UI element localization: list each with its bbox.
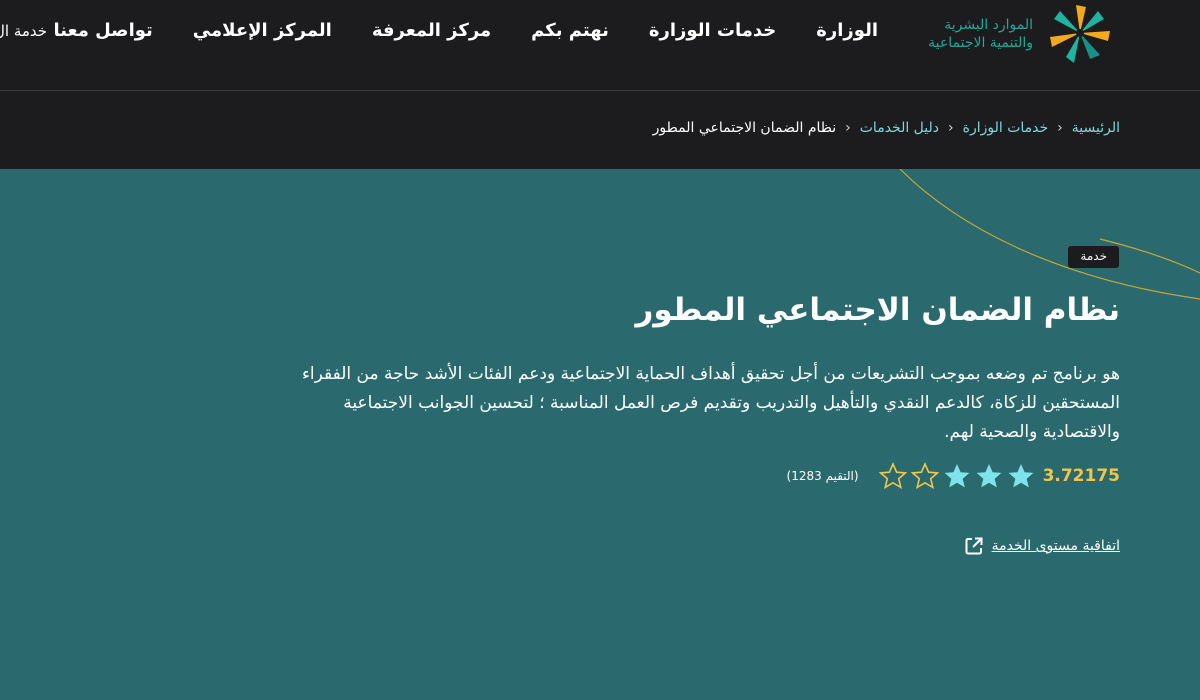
nav-item-knowledge-center[interactable]: مركز المعرفة	[372, 20, 491, 41]
star-icon[interactable]	[910, 462, 939, 490]
breadcrumb-services-guide[interactable]: دليل الخدمات	[860, 120, 939, 136]
main-navigation: الوزارة خدمات الوزارة نهتم بكم مركز المع…	[53, 20, 878, 41]
sla-link[interactable]: اتفاقية مستوى الخدمة	[964, 536, 1120, 556]
breadcrumb-home[interactable]: الرئيسية	[1072, 120, 1120, 136]
service-description: هو برنامج تم وضعه بموجب التشريعات من أجل…	[301, 364, 1120, 442]
breadcrumb: الرئيسية ‹ خدمات الوزارة ‹ دليل الخدمات …	[653, 120, 1120, 136]
chevron-left-icon: ‹	[1057, 120, 1063, 136]
ministry-logo[interactable]: الموارد البشرية والتنمية الاجتماعية	[914, 2, 1120, 64]
sla-link-label[interactable]: اتفاقية مستوى الخدمة	[992, 538, 1120, 554]
rating-count: (التقيم 1283)	[786, 469, 859, 483]
nav-item-partial[interactable]: خدمة ال	[0, 22, 47, 40]
nav-item-ministry-services[interactable]: خدمات الوزارة	[649, 20, 776, 41]
rating-value: 3.72175	[1042, 466, 1120, 486]
logo-text: الموارد البشرية والتنمية الاجتماعية	[893, 16, 1033, 52]
logo-emblem-icon	[1050, 5, 1110, 63]
star-icon[interactable]	[1007, 462, 1035, 490]
page-title: نظام الضمان الاجتماعي المطور	[635, 292, 1120, 328]
nav-item-we-care[interactable]: نهتم بكم	[531, 20, 609, 41]
nav-item-ministry[interactable]: الوزارة	[816, 20, 878, 41]
logo-text-line2: والتنمية الاجتماعية	[928, 35, 1033, 51]
nav-item-media-center[interactable]: المركز الإعلامي	[193, 20, 332, 41]
logo-text-line1: الموارد البشرية	[944, 17, 1033, 33]
chevron-left-icon: ‹	[948, 120, 954, 136]
rating-stars[interactable]	[878, 462, 1035, 490]
nav-item-contact-us[interactable]: تواصل معنا	[53, 20, 152, 41]
breadcrumb-ministry-services[interactable]: خدمات الوزارة	[963, 120, 1049, 136]
star-icon[interactable]	[878, 462, 907, 490]
star-icon[interactable]	[943, 462, 971, 490]
service-rating: 3.72175 (التقيم 1283)	[787, 462, 1120, 490]
breadcrumb-current: نظام الضمان الاجتماعي المطور	[652, 120, 837, 136]
star-icon[interactable]	[975, 462, 1003, 490]
chevron-left-icon: ‹	[845, 120, 851, 136]
service-type-badge: خدمة	[1068, 246, 1119, 268]
external-link-icon	[965, 537, 983, 555]
